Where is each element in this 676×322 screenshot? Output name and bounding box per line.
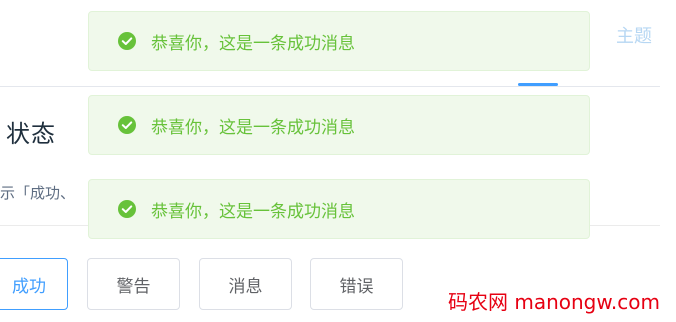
success-check-circle-icon bbox=[118, 116, 136, 134]
nav-theme-link[interactable]: 主题 bbox=[616, 22, 652, 48]
header-divider bbox=[0, 86, 660, 87]
show-success-button[interactable]: 成功 bbox=[0, 258, 68, 310]
message-text: 恭喜你，这是一条成功消息 bbox=[151, 33, 355, 54]
show-info-button[interactable]: 消息 bbox=[199, 258, 292, 310]
success-message-toast: 恭喜你，这是一条成功消息 bbox=[88, 179, 590, 239]
show-error-button[interactable]: 错误 bbox=[310, 258, 403, 310]
success-message-toast: 恭喜你，这是一条成功消息 bbox=[88, 11, 590, 71]
success-check-circle-icon bbox=[118, 200, 136, 218]
site-watermark: 码农网 manongw.com bbox=[448, 290, 660, 314]
show-warning-button[interactable]: 警告 bbox=[87, 258, 180, 310]
success-check-circle-icon bbox=[118, 32, 136, 50]
message-text: 恭喜你，这是一条成功消息 bbox=[151, 201, 355, 222]
section-description: 示「成功、 bbox=[0, 184, 76, 202]
success-message-toast: 恭喜你，这是一条成功消息 bbox=[88, 95, 590, 155]
message-text: 恭喜你，这是一条成功消息 bbox=[151, 117, 355, 138]
section-title: 状态 bbox=[6, 120, 56, 148]
